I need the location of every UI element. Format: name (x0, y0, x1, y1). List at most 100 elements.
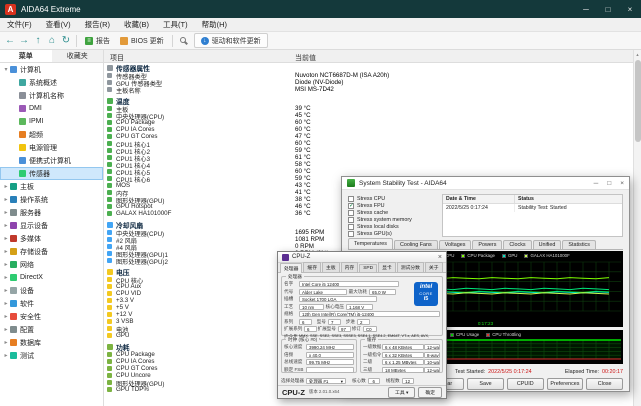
processor-select[interactable]: 处理器 #1 ▾ (305, 378, 346, 384)
checkbox-icon[interactable] (348, 230, 354, 237)
sidebar-item[interactable]: ▸ 软件 (0, 297, 103, 310)
sidebar-item[interactable]: ▸ 主板 (0, 180, 103, 193)
sensor-row[interactable]: CPU1 核心3 61 °C (104, 154, 633, 163)
sensor-row[interactable]: 主板 39 °C (104, 105, 633, 114)
scroll-up-icon[interactable]: ▲ (634, 50, 641, 59)
stability-minimize-icon[interactable]: ─ (594, 180, 599, 187)
stability-tab[interactable]: Powers (472, 240, 503, 249)
sidebar-item[interactable]: ▸ 配置 (0, 323, 103, 336)
refresh-icon[interactable]: ↻ (59, 33, 73, 49)
sidebar-item[interactable]: 系统概述 (0, 76, 103, 89)
stability-tab[interactable]: Clocks (503, 240, 532, 249)
close-button[interactable]: × (619, 0, 641, 18)
menu-item[interactable]: 文件(F) (0, 19, 39, 30)
checkbox-icon[interactable] (348, 209, 354, 216)
stability-tab[interactable]: Unified (532, 240, 562, 249)
checkbox-icon[interactable] (348, 216, 354, 223)
menu-item[interactable]: 工具(T) (156, 19, 195, 30)
stability-tab[interactable]: Statistics (562, 240, 596, 249)
tools-button[interactable]: 工具 ▾ (388, 386, 416, 398)
cpuz-tab[interactable]: 处理器 (280, 263, 303, 273)
save-button[interactable]: Save (467, 378, 504, 390)
sidebar-item[interactable]: ▸ 显示设备 (0, 219, 103, 232)
stability-tab[interactable]: Temperatures (348, 238, 393, 249)
cpuz-close-icon[interactable]: × (438, 254, 442, 261)
sidebar-item[interactable]: ▸ 服务器 (0, 206, 103, 219)
stress-option[interactable]: Stress CPU (348, 195, 438, 202)
stress-option[interactable]: Stress local disks (348, 223, 438, 230)
cpuz-tab[interactable]: 关于 (424, 262, 443, 272)
sensor-row[interactable]: 传感器类型 Nuvoton NCT6687D-M (ISA A20h) (104, 72, 633, 81)
back-icon[interactable]: ← (3, 33, 17, 49)
sensor-row[interactable]: 主板名称 MSI MS-7D42 (104, 86, 633, 95)
bios-update-button[interactable]: BIOS 更新 (115, 35, 169, 47)
stability-tab[interactable]: Voltages (438, 240, 472, 249)
log-row[interactable]: 2022/5/25 0:17:24 Stability Test: Started (443, 204, 622, 212)
sidebar-item[interactable]: ▸ 设备 (0, 284, 103, 297)
stress-option[interactable]: Stress cache (348, 209, 438, 216)
menu-item[interactable]: 报告(R) (78, 19, 117, 30)
stress-option[interactable]: Stress GPU(s) (348, 230, 438, 237)
sidebar-item[interactable]: DMI (0, 102, 103, 115)
sidebar-item[interactable]: 计算机名称 (0, 89, 103, 102)
sidebar-item[interactable]: ▸ 多媒体 (0, 232, 103, 245)
sensor-row[interactable]: CPU1 核心2 59 °C (104, 147, 633, 156)
cpuz-tab[interactable]: 显卡 (378, 262, 396, 272)
sidebar-item[interactable]: 传感器 (0, 167, 103, 180)
close-button[interactable]: Close (586, 378, 624, 390)
ok-button[interactable]: 确定 (418, 386, 442, 398)
sensor-row[interactable]: CPU GT Cores 47 °C (104, 133, 633, 140)
sidebar-tab[interactable]: 菜单 (0, 50, 52, 62)
stress-option[interactable]: ✓ Stress FPU (348, 202, 438, 209)
stability-titlebar[interactable]: System Stability Test - AIDA64 ─ □ × (342, 177, 629, 190)
maximize-button[interactable]: □ (597, 0, 619, 18)
main-titlebar[interactable]: A AIDA64 Extreme ─ □ × (0, 0, 641, 18)
sidebar-item[interactable]: ▸ 存储设备 (0, 245, 103, 258)
checkbox-icon[interactable] (348, 195, 354, 202)
sidebar-item[interactable]: IPMI (0, 115, 103, 128)
cpuz-tab[interactable]: 内存 (340, 262, 359, 272)
sensor-row[interactable]: CPU1 核心1 60 °C (104, 140, 633, 149)
preferences-button[interactable]: Preferences (546, 378, 584, 390)
sidebar-item[interactable]: ▸ 操作系统 (0, 193, 103, 206)
sidebar-tab[interactable]: 收藏夹 (52, 50, 104, 62)
stress-option[interactable]: Stress system memory (348, 216, 438, 223)
sidebar-item[interactable]: ▾ 计算机 (0, 63, 103, 76)
sidebar-item[interactable]: ▸ DirectX (0, 271, 103, 284)
cpuz-tab[interactable]: SPD (359, 264, 378, 272)
sensor-row[interactable]: CPU IA Cores 60 °C (104, 126, 633, 133)
stability-maximize-icon[interactable]: □ (607, 180, 611, 187)
sensor-row[interactable]: 中央处理器(CPU) 45 °C (104, 112, 633, 121)
sidebar-item[interactable]: 电源管理 (0, 141, 103, 154)
cpuz-tab[interactable]: 缓存 (303, 262, 322, 272)
sensor-row[interactable]: CPU Package 60 °C (104, 119, 633, 126)
menu-item[interactable]: 帮助(H) (195, 19, 234, 30)
sidebar-item[interactable]: ▸ 数据库 (0, 336, 103, 349)
minimize-button[interactable]: ─ (575, 0, 597, 18)
home-icon[interactable]: ⌂ (45, 33, 59, 49)
content-scrollbar[interactable]: ▲ (633, 50, 641, 406)
sensor-row[interactable]: CPU1 核心4 58 °C (104, 161, 633, 170)
menu-item[interactable]: 收藏(B) (117, 19, 156, 30)
search-icon[interactable] (179, 36, 186, 43)
driver-update-button[interactable]: ↓ 驱动和软件更新 (193, 33, 268, 48)
cpuz-tab[interactable]: 测试分数 (396, 262, 424, 272)
sidebar-item[interactable]: 超频 (0, 128, 103, 141)
checkbox-icon[interactable]: ✓ (348, 202, 354, 209)
menu-item[interactable]: 查看(V) (39, 19, 78, 30)
sidebar-item[interactable]: ▸ 网络 (0, 258, 103, 271)
stability-tab[interactable]: Cooling Fans (393, 240, 438, 249)
stability-close-icon[interactable]: × (620, 180, 624, 187)
cpuz-tab[interactable]: 主板 (322, 262, 340, 272)
scrollbar-thumb[interactable] (635, 60, 641, 142)
forward-icon[interactable]: → (17, 33, 31, 49)
sensor-row[interactable]: CPU1 核心5 60 °C (104, 168, 633, 177)
up-icon[interactable]: ↑ (31, 33, 45, 49)
checkbox-icon[interactable] (348, 223, 354, 230)
sidebar-item[interactable]: ▸ 安全性 (0, 310, 103, 323)
sensor-row[interactable]: GPU 传感器类型 Diode (NV-Diode) (104, 79, 633, 88)
sidebar-item[interactable]: ▸ 测试 (0, 349, 103, 362)
cpuid-button[interactable]: CPUID (506, 378, 544, 390)
report-button[interactable]: ≡ 报告 (80, 35, 115, 47)
sidebar-item[interactable]: 便携式计算机 (0, 154, 103, 167)
